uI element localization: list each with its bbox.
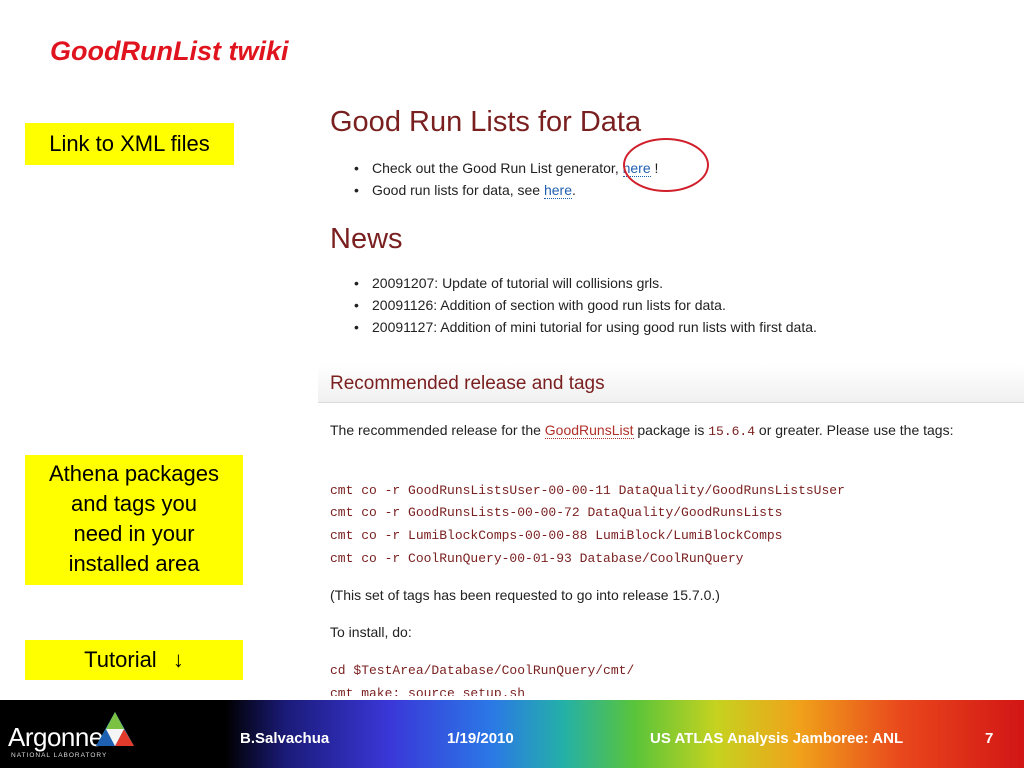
note-athena-line: installed area — [68, 551, 200, 576]
note-link-to-xml: Link to XML files — [25, 123, 234, 165]
wiki-screenshot: Good Run Lists for Data Check out the Go… — [318, 100, 1024, 696]
note-tutorial-label: Tutorial — [84, 647, 157, 672]
code-line: cmt make; source setup.sh — [330, 686, 526, 696]
footer-date: 1/19/2010 — [447, 730, 514, 747]
install-note: To install, do: — [330, 624, 412, 640]
list-item: 20091126: Addition of section with good … — [354, 294, 817, 316]
list-item: 20091127: Addition of mini tutorial for … — [354, 316, 817, 338]
code-line: cmt co -r GoodRunsLists-00-00-72 DataQua… — [330, 505, 783, 520]
release-text: or greater. Please use the tags: — [755, 422, 954, 438]
heading-news: News — [330, 223, 403, 255]
down-arrow-icon: ↓ — [172, 647, 184, 672]
heading-good-run-lists: Good Run Lists for Data — [330, 106, 642, 138]
note-athena-packages: Athena packages and tags you need in you… — [25, 455, 243, 585]
code-line: cd $TestArea/Database/CoolRunQuery/cmt/ — [330, 663, 635, 678]
footer-author: B.Salvachua — [240, 730, 330, 747]
footer-page-number: 7 — [985, 730, 994, 747]
list-item: Good run lists for data, see here. — [354, 179, 658, 201]
argonne-triangle-icon — [96, 712, 134, 746]
section-header: Recommended release and tags — [318, 364, 1024, 403]
code-line: cmt co -r LumiBlockComps-00-00-88 LumiBl… — [330, 528, 783, 543]
release-text: package is — [633, 422, 709, 438]
argonne-logo-subtitle: NATIONAL LABORATORY — [11, 752, 108, 759]
good-run-lists-here-link[interactable]: here — [543, 182, 573, 199]
note-tutorial: Tutorial ↓ — [25, 640, 243, 680]
list-item: Check out the Good Run List generator, h… — [354, 157, 658, 179]
grl-list: Check out the Good Run List generator, h… — [354, 157, 658, 201]
list-item-text: Check out the Good Run List generator, — [372, 160, 623, 176]
tags-note: (This set of tags has been requested to … — [330, 587, 720, 603]
footer-event: US ATLAS Analysis Jamboree: ANL — [650, 730, 904, 747]
goodrunslist-link[interactable]: GoodRunsList — [544, 422, 634, 439]
list-item: 20091207: Update of tutorial will collis… — [354, 272, 817, 294]
release-paragraph: The recommended release for the GoodRuns… — [330, 422, 954, 439]
release-version: 15.6.4 — [708, 424, 756, 439]
note-athena-line: Athena packages — [48, 461, 220, 486]
footer-bar: Argonne NATIONAL LABORATORY B.Salvachua … — [0, 700, 1024, 768]
code-line: cmt co -r GoodRunsListsUser-00-00-11 Dat… — [330, 483, 845, 498]
news-list: 20091207: Update of tutorial will collis… — [354, 272, 817, 338]
list-item-text: . — [572, 182, 576, 198]
note-athena-line: need in your — [73, 521, 195, 546]
list-item-text: Good run lists for data, see — [372, 182, 544, 198]
code-line: cmt co -r CoolRunQuery-00-01-93 Database… — [330, 551, 744, 566]
section-title-recommended-release: Recommended release and tags — [330, 373, 605, 394]
release-text: The recommended release for the — [330, 422, 545, 438]
highlight-circle — [623, 138, 709, 192]
note-athena-line: and tags you — [71, 491, 197, 516]
argonne-logo: Argonne — [8, 722, 103, 752]
slide-title: GoodRunList twiki — [50, 36, 289, 66]
